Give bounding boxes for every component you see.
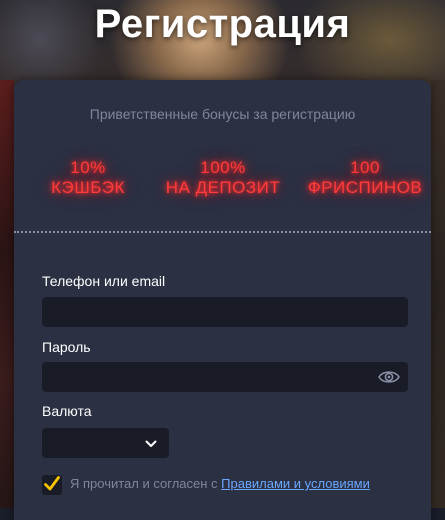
currency-label: Валюта [42, 403, 92, 419]
phone-email-label: Телефон или email [42, 273, 166, 289]
promo-subtitle: Приветственные бонусы за регистрацию [89, 106, 356, 122]
bonus-cashback: 10% КЭШБЭК [38, 158, 138, 198]
bonus-deposit-value: 100% [200, 158, 246, 177]
bonus-cashback-value: 10% [70, 158, 106, 177]
bonus-freespins: 100 ФРИСПИНОВ [300, 158, 430, 198]
bonus-cashback-label: КЭШБЭК [51, 178, 125, 197]
phone-email-field[interactable] [42, 297, 408, 327]
bonus-freespins-value: 100 [350, 158, 380, 177]
agree-checkbox[interactable] [42, 475, 62, 495]
agree-label: Я прочитал и согласен с [70, 476, 218, 491]
background-art-left [0, 80, 14, 508]
eye-icon[interactable] [378, 369, 400, 385]
background-art-right [431, 80, 445, 508]
bonus-deposit-label: НА ДЕПОЗИТ [165, 178, 281, 197]
dotted-divider [14, 231, 431, 233]
chevron-down-icon [145, 437, 157, 449]
bonus-freespins-label: ФРИСПИНОВ [307, 178, 423, 197]
page-title: Регистрация [94, 2, 351, 46]
password-label: Пароль [42, 339, 91, 355]
agree-text: Я прочитал и согласен с Правилами и усло… [70, 476, 370, 491]
terms-link[interactable]: Правилами и условиями [221, 476, 370, 491]
bonus-deposit: 100% НА ДЕПОЗИТ [156, 158, 290, 198]
checkmark-icon [44, 476, 60, 491]
password-field[interactable] [42, 362, 408, 392]
currency-select[interactable] [42, 428, 169, 458]
registration-panel: Приветственные бонусы за регистрацию 10%… [14, 80, 431, 520]
